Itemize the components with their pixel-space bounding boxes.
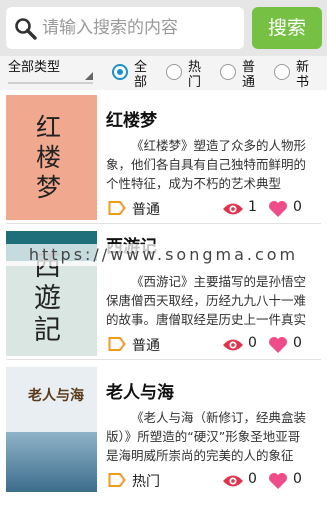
book-description: 《西游记》主要描写的是孙悟空保唐僧西天取经，历经九九八十一难的故事。唐僧取经是历… xyxy=(106,274,307,327)
view-count: 0 xyxy=(248,335,257,351)
tag-icon xyxy=(108,337,126,351)
search-button[interactable]: 搜索 xyxy=(252,7,322,49)
tag-icon xyxy=(108,201,126,215)
book-title: 红楼梦 xyxy=(106,111,157,131)
view-count: 1 xyxy=(248,199,257,215)
cover-sea xyxy=(6,432,97,492)
list-item[interactable]: 老人与海 老人与海 《老人与海（新修订，经典盒装版）》所塑造的“硬汉”形象圣地亚… xyxy=(0,362,327,496)
watermark: https://www.songma.com xyxy=(0,244,327,266)
radio-circle-icon xyxy=(274,64,290,80)
book-tag: 普通 xyxy=(132,338,160,354)
heart-icon[interactable] xyxy=(268,200,288,218)
heart-icon[interactable] xyxy=(268,336,288,354)
radio-circle-icon xyxy=(166,64,182,80)
search-input[interactable] xyxy=(42,7,238,49)
search-box[interactable] xyxy=(6,7,244,49)
radio-label: 热门 xyxy=(188,60,202,90)
heart-icon[interactable] xyxy=(268,472,288,490)
search-icon xyxy=(15,18,37,40)
filter-bar: 全部类型 全部 热门 普通 新书 xyxy=(0,56,327,90)
divider xyxy=(6,359,321,360)
eye-icon xyxy=(223,203,243,215)
book-title: 老人与海 xyxy=(106,383,174,403)
tag-icon xyxy=(108,473,126,487)
cover-title: 红楼梦 xyxy=(36,113,62,202)
radio-label: 普通 xyxy=(242,60,256,90)
book-cover: 红楼梦 xyxy=(6,95,97,220)
radio-circle-icon xyxy=(112,64,128,80)
eye-icon xyxy=(223,475,243,487)
type-select[interactable]: 全部类型 xyxy=(8,58,93,84)
cover-title: 老人与海 xyxy=(28,388,84,404)
radio-label: 全部 xyxy=(134,60,148,90)
divider xyxy=(6,223,321,224)
top-bar: 搜索 xyxy=(0,0,327,56)
like-count: 0 xyxy=(293,199,302,215)
book-description: 《老人与海（新修订，经典盒装版）》所塑造的“硬汉”形象圣地亚哥是海明威所崇尚的完… xyxy=(106,410,307,463)
list-item[interactable]: 红楼梦 红楼梦 《红楼梦》塑造了众多的人物形象，他们各自具有自己独特而鲜明的个性… xyxy=(0,90,327,224)
radio-circle-icon xyxy=(220,64,236,80)
book-description: 《红楼梦》塑造了众多的人物形象，他们各自具有自己独特而鲜明的个性特征，成为不朽的… xyxy=(106,138,307,191)
like-count: 0 xyxy=(293,471,302,487)
like-count: 0 xyxy=(293,335,302,351)
radio-label: 新书 xyxy=(296,60,310,90)
book-tag: 普通 xyxy=(132,202,160,218)
type-select-label: 全部类型 xyxy=(8,60,61,75)
dropdown-triangle-icon xyxy=(85,72,93,80)
view-count: 0 xyxy=(248,471,257,487)
book-cover: 老人与海 xyxy=(6,367,97,492)
book-tag: 热门 xyxy=(132,474,160,490)
eye-icon xyxy=(223,339,243,351)
